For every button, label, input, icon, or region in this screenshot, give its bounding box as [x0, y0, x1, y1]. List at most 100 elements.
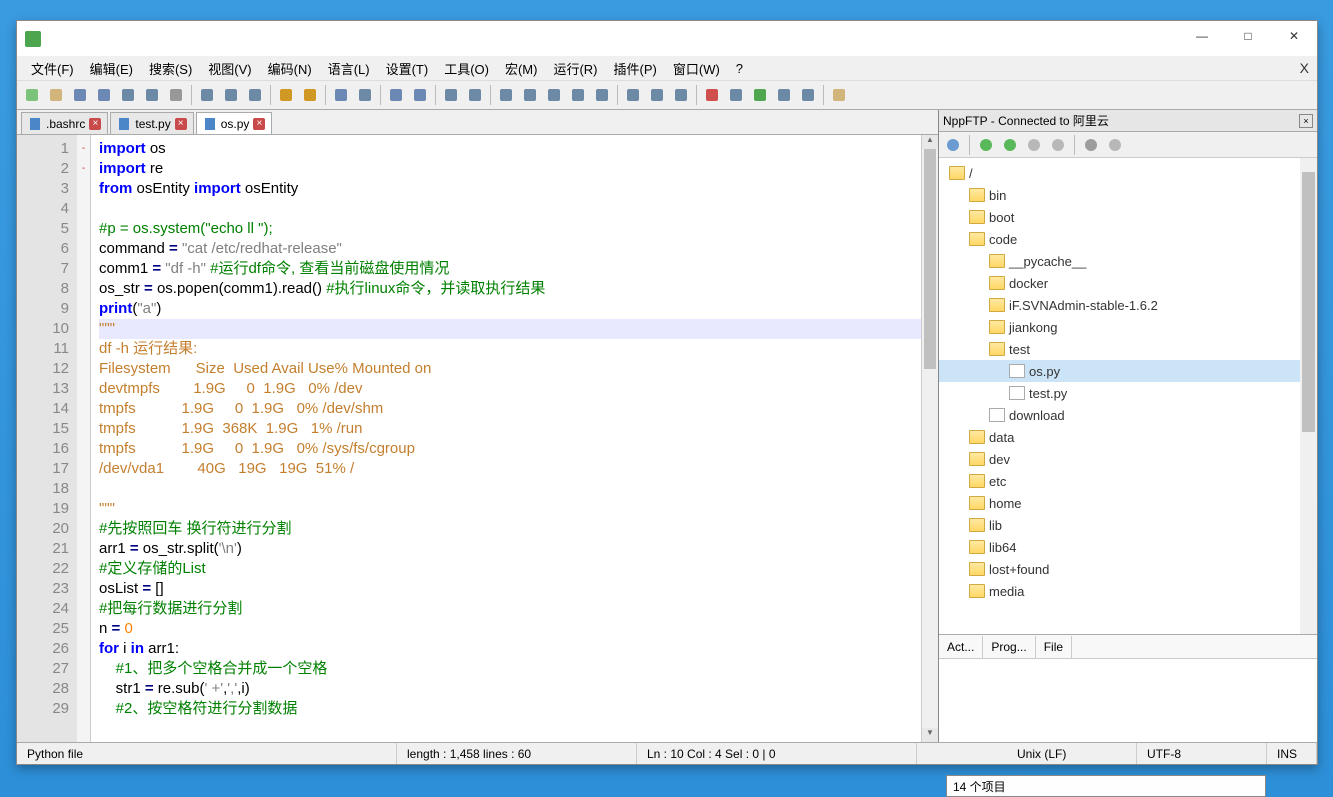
tree-file[interactable]: download: [939, 404, 1317, 426]
wrap-icon[interactable]: [495, 84, 517, 106]
rerun-macro-icon[interactable]: [773, 84, 795, 106]
panel-close-button[interactable]: ×: [1299, 114, 1313, 128]
close-button[interactable]: ✕: [1271, 21, 1317, 51]
cut-icon[interactable]: [196, 84, 218, 106]
function-list-icon[interactable]: [646, 84, 668, 106]
settings-icon[interactable]: [1081, 135, 1101, 155]
menu-run[interactable]: 运行(R): [545, 57, 605, 80]
open-file-icon[interactable]: [45, 84, 67, 106]
panel-title-bar[interactable]: NppFTP - Connected to 阿里云 ×: [939, 110, 1317, 132]
tree-folder[interactable]: bin: [939, 184, 1317, 206]
tree-folder[interactable]: iF.SVNAdmin-stable-1.6.2: [939, 294, 1317, 316]
copy-icon[interactable]: [220, 84, 242, 106]
bottom-tab-file[interactable]: File: [1036, 636, 1072, 658]
indent-guide-icon[interactable]: [543, 84, 565, 106]
monitor-icon[interactable]: [670, 84, 692, 106]
menu-edit[interactable]: 编辑(E): [82, 57, 141, 80]
minimize-button[interactable]: —: [1179, 21, 1225, 51]
tree-folder[interactable]: lost+found: [939, 558, 1317, 580]
folder-icon[interactable]: [622, 84, 644, 106]
menu-macro[interactable]: 宏(M): [497, 57, 546, 80]
tab-close-icon[interactable]: ×: [89, 118, 101, 130]
scroll-down-arrow-icon[interactable]: ▼: [922, 728, 938, 742]
menu-search[interactable]: 搜索(S): [141, 57, 200, 80]
zoom-in-icon[interactable]: [385, 84, 407, 106]
close-icon[interactable]: [117, 84, 139, 106]
replace-icon[interactable]: [354, 84, 376, 106]
lang-icon[interactable]: [567, 84, 589, 106]
messages-icon[interactable]: [1105, 135, 1125, 155]
code-text-area[interactable]: import osimport refrom osEntity import o…: [91, 135, 921, 742]
tab--bashrc[interactable]: .bashrc×: [21, 112, 108, 134]
nppftp-icon[interactable]: [828, 84, 850, 106]
tree-folder[interactable]: docker: [939, 272, 1317, 294]
paste-icon[interactable]: [244, 84, 266, 106]
tree-folder[interactable]: dev: [939, 448, 1317, 470]
tree-folder[interactable]: boot: [939, 206, 1317, 228]
tab-test-py[interactable]: test.py×: [110, 112, 193, 134]
sync-v-icon[interactable]: [440, 84, 462, 106]
scroll-up-arrow-icon[interactable]: ▲: [922, 135, 938, 149]
tree-folder[interactable]: media: [939, 580, 1317, 602]
menu-tools[interactable]: 工具(O): [436, 57, 497, 80]
bottom-tab-prog[interactable]: Prog...: [983, 636, 1035, 658]
tab-close-icon[interactable]: ×: [253, 118, 265, 130]
fold-gutter[interactable]: --: [77, 135, 91, 742]
connect-icon[interactable]: [943, 135, 963, 155]
save-macro-icon[interactable]: [797, 84, 819, 106]
scroll-thumb[interactable]: [924, 149, 936, 369]
tab-close-icon[interactable]: ×: [175, 118, 187, 130]
tree-folder[interactable]: data: [939, 426, 1317, 448]
menu-settings[interactable]: 设置(T): [378, 57, 437, 80]
tree-folder[interactable]: __pycache__: [939, 250, 1317, 272]
record-macro-icon[interactable]: [701, 84, 723, 106]
editor-scrollbar[interactable]: ▲ ▼: [921, 135, 938, 742]
upload-icon[interactable]: [1000, 135, 1020, 155]
download-icon[interactable]: [976, 135, 996, 155]
tab-os-py[interactable]: os.py×: [196, 112, 273, 134]
code-editor[interactable]: 1234567891011121314151617181920212223242…: [17, 134, 938, 742]
menu-help[interactable]: ?: [728, 59, 751, 78]
tree-folder[interactable]: lib: [939, 514, 1317, 536]
sync-h-icon[interactable]: [464, 84, 486, 106]
menu-plugins[interactable]: 插件(P): [606, 57, 665, 80]
tree-folder[interactable]: test: [939, 338, 1317, 360]
stop-macro-icon[interactable]: [725, 84, 747, 106]
tree-folder[interactable]: code: [939, 228, 1317, 250]
save-all-icon[interactable]: [93, 84, 115, 106]
all-chars-icon[interactable]: [519, 84, 541, 106]
find-icon[interactable]: [330, 84, 352, 106]
play-macro-icon[interactable]: [749, 84, 771, 106]
folder-icon: [969, 496, 985, 510]
tree-scroll-thumb[interactable]: [1302, 172, 1315, 432]
tree-folder[interactable]: lib64: [939, 536, 1317, 558]
new-file-icon[interactable]: [21, 84, 43, 106]
undo-icon[interactable]: [275, 84, 297, 106]
tree-folder[interactable]: etc: [939, 470, 1317, 492]
redo-icon[interactable]: [299, 84, 321, 106]
zoom-out-icon[interactable]: [409, 84, 431, 106]
tree-file[interactable]: os.py: [939, 360, 1317, 382]
tree-file[interactable]: test.py: [939, 382, 1317, 404]
print-icon[interactable]: [165, 84, 187, 106]
tree-scrollbar[interactable]: [1300, 158, 1317, 634]
close-document-button[interactable]: X: [1300, 60, 1309, 76]
abort-icon[interactable]: [1048, 135, 1068, 155]
bottom-tab-act[interactable]: Act...: [939, 636, 983, 658]
doc-map-icon[interactable]: [591, 84, 613, 106]
ftp-tree[interactable]: /binbootcode__pycache__dockeriF.SVNAdmin…: [939, 158, 1317, 634]
tree-folder[interactable]: home: [939, 492, 1317, 514]
tree-folder[interactable]: jiankong: [939, 316, 1317, 338]
save-icon[interactable]: [69, 84, 91, 106]
title-bar[interactable]: — □ ✕: [17, 21, 1317, 56]
status-length: length : 1,458 lines : 60: [397, 743, 637, 764]
tree-folder[interactable]: /: [939, 162, 1317, 184]
menu-window[interactable]: 窗口(W): [665, 57, 728, 80]
close-all-icon[interactable]: [141, 84, 163, 106]
menu-file[interactable]: 文件(F): [23, 57, 82, 80]
menu-encoding[interactable]: 编码(N): [260, 57, 320, 80]
maximize-button[interactable]: □: [1225, 21, 1271, 51]
refresh-icon[interactable]: [1024, 135, 1044, 155]
menu-view[interactable]: 视图(V): [200, 57, 259, 80]
menu-language[interactable]: 语言(L): [320, 57, 378, 80]
